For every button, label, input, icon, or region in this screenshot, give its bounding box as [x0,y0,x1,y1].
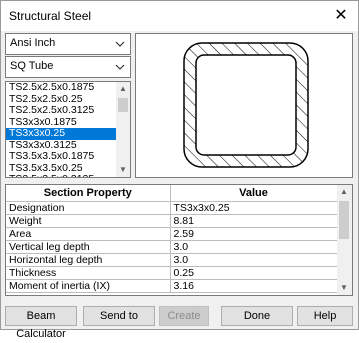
property-name-cell[interactable]: Moment of inertia (IX) [6,279,171,293]
close-icon[interactable]: ✕ [332,7,350,25]
size-list[interactable]: TS2.5x2.5x0.1875 TS2.5x2.5x0.25 TS2.5x2.5x… [5,81,131,178]
chevron-down-icon [115,41,125,47]
property-name-cell[interactable]: Vertical leg depth [6,240,171,254]
shape-dropdown-value: SQ Tube [10,60,54,72]
done-button[interactable]: Done [221,306,293,326]
scroll-thumb[interactable] [118,98,128,112]
scroll-thumb[interactable] [339,201,349,239]
property-row[interactable]: Weight 8.81 [6,214,338,228]
scroll-down-icon[interactable]: ▼ [116,163,130,177]
property-value-cell[interactable]: 3.0 [170,253,338,267]
property-value-cell[interactable]: TS3x3x0.25 [170,201,338,215]
header-section-property[interactable]: Section Property [6,185,171,202]
property-name-cell[interactable]: Horizontal leg depth [6,253,171,267]
size-list-item[interactable]: TS3.5x3.5x0.3125 [6,173,117,177]
shape-dropdown[interactable]: SQ Tube [5,56,131,78]
property-name-cell[interactable]: Weight [6,214,171,228]
property-name-cell[interactable]: Designation [6,201,171,215]
property-value-cell[interactable]: 3.16 [170,279,338,293]
scroll-up-icon[interactable]: ▲ [337,185,351,199]
property-value-cell[interactable]: 3.0 [170,240,338,254]
property-value-cell[interactable]: 0.25 [170,266,338,280]
size-list-item[interactable]: TS3.5x3.5x0.1875 [6,150,117,163]
standard-dropdown[interactable]: Ansi Inch [5,33,131,55]
scroll-down-icon[interactable]: ▼ [337,281,351,295]
property-value-cell[interactable]: 2.59 [170,227,338,241]
square-tube-section-drawing [136,34,352,177]
standard-dropdown-value: Ansi Inch [10,37,56,49]
property-name-cell[interactable]: Thickness [6,266,171,280]
create-button[interactable]: Create [159,306,209,326]
size-list-item[interactable]: TS2.5x2.5x0.3125 [6,104,117,117]
chevron-down-icon [115,64,125,70]
size-list-scrollbar[interactable]: ▲ ▼ [116,82,130,177]
grid-scrollbar[interactable]: ▲ ▼ [337,185,352,295]
property-row[interactable]: Area 2.59 [6,227,338,241]
send-to-button[interactable]: Send to [83,306,155,326]
size-list-item[interactable]: TS2.5x2.5x0.1875 [6,82,117,94]
beam-calculator-button[interactable]: Beam Calculator [5,306,77,340]
property-row[interactable]: Thickness 0.25 [6,266,338,280]
section-properties-grid[interactable]: Section Property Value Designation TS3x3x… [5,184,353,296]
property-row[interactable]: Designation TS3x3x0.25 [6,201,338,215]
scroll-up-icon[interactable]: ▲ [116,82,130,96]
structural-steel-dialog: Structural Steel ✕ Ansi Inch SQ Tube TS2… [0,0,359,340]
property-row[interactable]: Horizontal leg depth 3.0 [6,253,338,267]
size-list-items: TS2.5x2.5x0.1875 TS2.5x2.5x0.25 TS2.5x2.5x… [6,82,117,177]
title-bar: Structural Steel ✕ [1,1,358,31]
section-preview [135,33,353,178]
property-row[interactable]: Moment of inertia (IX) 3.16 [6,279,338,293]
header-value[interactable]: Value [170,185,338,202]
property-name-cell[interactable]: Area [6,227,171,241]
property-value-cell[interactable]: 8.81 [170,214,338,228]
window-title: Structural Steel [9,9,92,23]
property-row[interactable]: Vertical leg depth 3.0 [6,240,338,254]
size-list-item[interactable]: TS3x3x0.25 [6,127,117,140]
help-button[interactable]: Help [297,306,353,326]
